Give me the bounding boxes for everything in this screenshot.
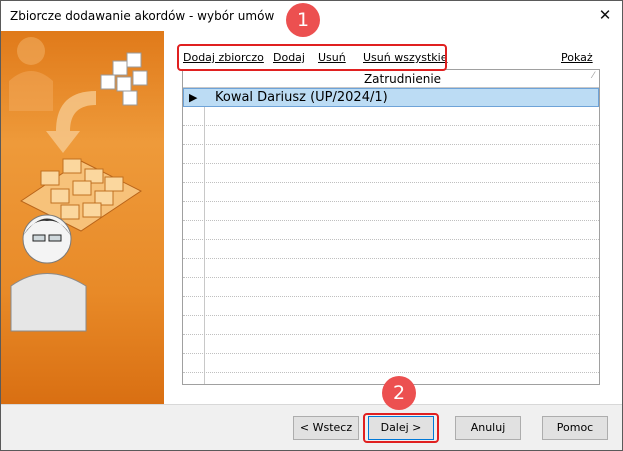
empty-row: [183, 259, 599, 278]
footer-divider: [1, 404, 622, 405]
table-row[interactable]: ▶ Kowal Dariusz (UP/2024/1): [183, 88, 599, 107]
dialog-content: Dodaj zbiorczo Dodaj Usuń Usuń wszystkie…: [1, 3, 622, 404]
sort-indicator-icon: ⁄: [592, 71, 594, 81]
contracts-grid[interactable]: Zatrudnienie ⁄ ▶ Kowal Dariusz (UP/2024/…: [182, 69, 600, 385]
dialog-window: Zbiorcze dodawanie akordów - wybór umów …: [0, 0, 623, 451]
back-button[interactable]: < Wstecz: [293, 416, 359, 440]
empty-row: [183, 316, 599, 335]
annotation-highlight-next: [363, 413, 439, 443]
empty-row: [183, 164, 599, 183]
empty-row: [183, 145, 599, 164]
help-button[interactable]: Pomoc: [542, 416, 608, 440]
close-icon[interactable]: ✕: [594, 5, 616, 25]
grid-header: Zatrudnienie ⁄: [183, 70, 599, 88]
empty-row: [183, 221, 599, 240]
table-cell-employment: Kowal Dariusz (UP/2024/1): [215, 90, 388, 105]
wizard-illustration: [1, 31, 164, 404]
cancel-button[interactable]: Anuluj: [455, 416, 521, 440]
annotation-badge-2: 2: [382, 376, 416, 410]
empty-row: [183, 297, 599, 316]
empty-row: [183, 107, 599, 126]
column-header-employment[interactable]: Zatrudnienie: [206, 72, 599, 86]
wizard-illustration-graphic: [9, 37, 148, 332]
empty-row: [183, 278, 599, 297]
empty-row: [183, 183, 599, 202]
annotation-badge-1: 1: [286, 3, 320, 37]
annotation-highlight-links: [177, 44, 447, 71]
empty-row: [183, 354, 599, 373]
empty-row: [183, 335, 599, 354]
current-row-pointer-icon: ▶: [189, 91, 198, 104]
window-title: Zbiorcze dodawanie akordów - wybór umów: [10, 9, 275, 23]
empty-row: [183, 126, 599, 145]
show-link[interactable]: Pokaż: [561, 51, 593, 64]
empty-row: [183, 240, 599, 259]
empty-row: [183, 202, 599, 221]
